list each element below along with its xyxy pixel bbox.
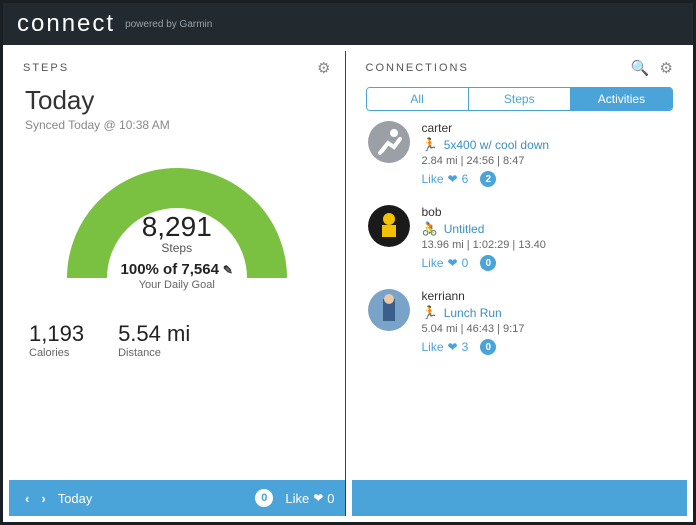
activity-meta: 5.04 mi | 46:43 | 9:17 bbox=[422, 323, 672, 335]
steps-panel: STEPS ⚙ Today Synced Today @ 10:38 AM 8,… bbox=[9, 51, 346, 516]
gear-icon[interactable]: ⚙ bbox=[660, 59, 673, 77]
activity-feed: carter 🏃 5x400 w/ cool down 2.84 mi | 24:56… bbox=[352, 121, 688, 480]
activity-post[interactable]: kerriann 🏃 Lunch Run 5.04 mi | 46:43 | 9:17… bbox=[368, 289, 672, 355]
pencil-icon[interactable]: ✎ bbox=[223, 263, 233, 277]
like-button[interactable]: Like ❤ 3 bbox=[422, 340, 469, 354]
activity-title[interactable]: Untitled bbox=[444, 222, 485, 236]
username[interactable]: kerriann bbox=[422, 289, 672, 303]
brand-subtitle: powered by Garmin bbox=[125, 19, 212, 30]
run-icon: 🏃 bbox=[422, 137, 438, 153]
activity-meta: 2.84 mi | 24:56 | 8:47 bbox=[422, 155, 672, 167]
connections-panel: CONNECTIONS 🔍 ⚙ All Steps Activities car… bbox=[352, 51, 688, 516]
like-button[interactable]: Like ❤ 6 bbox=[422, 172, 469, 186]
run-icon: 🏃 bbox=[422, 305, 438, 321]
activity-post[interactable]: bob 🚴 Untitled 13.96 mi | 1:02:29 | 13.40 Li… bbox=[368, 205, 672, 271]
activity-title[interactable]: Lunch Run bbox=[444, 306, 502, 320]
username[interactable]: carter bbox=[422, 121, 672, 135]
comments-badge[interactable]: 0 bbox=[255, 489, 273, 507]
username[interactable]: bob bbox=[422, 205, 672, 219]
heart-icon: ❤ bbox=[448, 340, 458, 354]
avatar[interactable] bbox=[368, 205, 410, 247]
connections-footer bbox=[352, 480, 688, 516]
brand-name: connect bbox=[17, 10, 115, 38]
steps-footer: ‹ › Today 0 Like ❤ 0 bbox=[9, 480, 345, 516]
like-button[interactable]: Like ❤ 0 bbox=[422, 256, 469, 270]
comments-badge[interactable]: 0 bbox=[480, 255, 496, 271]
distance-metric: 5.54 mi Distance bbox=[118, 321, 190, 359]
gear-icon[interactable]: ⚙ bbox=[317, 59, 330, 77]
connections-panel-title: CONNECTIONS bbox=[366, 62, 469, 74]
bike-icon: 🚴 bbox=[422, 221, 438, 237]
footer-date-label: Today bbox=[58, 491, 93, 506]
search-icon[interactable]: 🔍 bbox=[631, 59, 650, 77]
goal-line: 100% of 7,564 ✎ bbox=[121, 261, 233, 278]
avatar[interactable] bbox=[368, 121, 410, 163]
tab-all[interactable]: All bbox=[367, 88, 468, 110]
activity-title[interactable]: 5x400 w/ cool down bbox=[444, 138, 549, 152]
heart-icon: ❤ bbox=[448, 256, 458, 270]
heart-icon: ❤ bbox=[448, 172, 458, 186]
heart-icon: ❤ bbox=[313, 491, 323, 505]
prev-arrow-icon[interactable]: ‹ bbox=[19, 491, 35, 506]
comments-badge[interactable]: 0 bbox=[480, 339, 496, 355]
calories-metric: 1,193 Calories bbox=[29, 321, 84, 359]
like-button[interactable]: Like ❤ 0 bbox=[285, 491, 334, 506]
tab-steps[interactable]: Steps bbox=[468, 88, 570, 110]
connections-tabs: All Steps Activities bbox=[366, 87, 674, 111]
today-heading: Today bbox=[25, 85, 329, 116]
sync-status: Synced Today @ 10:38 AM bbox=[25, 118, 329, 132]
activity-post[interactable]: carter 🏃 5x400 w/ cool down 2.84 mi | 24:56… bbox=[368, 121, 672, 187]
topbar: connect powered by Garmin bbox=[3, 3, 693, 45]
steps-gauge: 8,291 Steps 100% of 7,564 ✎ Your Daily G… bbox=[25, 148, 329, 291]
tab-activities[interactable]: Activities bbox=[570, 88, 672, 110]
comments-badge[interactable]: 2 bbox=[480, 171, 496, 187]
avatar[interactable] bbox=[368, 289, 410, 331]
activity-meta: 13.96 mi | 1:02:29 | 13.40 bbox=[422, 239, 672, 251]
next-arrow-icon[interactable]: › bbox=[35, 491, 51, 506]
steps-panel-title: STEPS bbox=[23, 62, 69, 74]
